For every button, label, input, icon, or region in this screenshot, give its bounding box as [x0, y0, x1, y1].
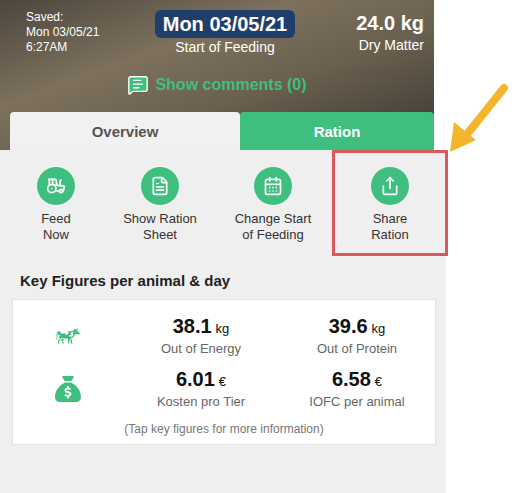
figure-caption: Out of Protein: [317, 341, 397, 357]
action-circle: [371, 167, 409, 205]
figure-caption: Kosten pro Tier: [157, 394, 245, 410]
figure-unit: €: [219, 374, 226, 389]
figure-unit: kg: [216, 321, 230, 336]
saved-time: 6:27AM: [26, 40, 136, 55]
action-circle: [37, 167, 75, 205]
comment-icon: [127, 74, 149, 96]
action-label-line: Change Start: [235, 211, 312, 227]
key-figure[interactable]: 6.58€IOFC per animal: [279, 367, 435, 410]
figure-value: 39.6kg: [329, 314, 386, 341]
money-icon: [55, 376, 81, 402]
date-pill: Mon 03/05/21: [155, 10, 296, 38]
key-figures-card: 38.1kgOut of Energy39.6kgOut of Protein6…: [12, 299, 436, 445]
comments-label: Show comments (0): [155, 76, 306, 94]
action-label: Change Startof Feeding: [235, 211, 312, 243]
figure-caption: Out of Energy: [161, 341, 241, 357]
overview-panel: FeedNow Show RationSheet Change Startof Fe…: [0, 150, 446, 493]
figure-icon-cell: [13, 376, 123, 402]
share-icon: [380, 176, 400, 196]
tab[interactable]: Ration: [240, 112, 434, 150]
figure-unit: €: [375, 374, 382, 389]
figure-value: 38.1kg: [173, 314, 230, 341]
figure-value: 6.01€: [176, 367, 226, 394]
key-figure[interactable]: 6.01€Kosten pro Tier: [123, 367, 279, 410]
action-label-line: Ration: [371, 227, 409, 243]
action-label: ShareRation: [371, 211, 409, 243]
figure-unit: kg: [372, 321, 386, 336]
annotation-arrow-icon: [446, 82, 512, 156]
figure-value: 6.58€: [332, 367, 382, 394]
figure-icon-cell: [13, 323, 123, 349]
dry-matter-value: 24.0 kg: [356, 10, 424, 36]
action-label-line: of Feeding: [235, 227, 312, 243]
date-caption: Start of Feeding: [175, 38, 275, 56]
feed-icon: [46, 176, 66, 196]
key-figure[interactable]: 39.6kgOut of Protein: [279, 314, 435, 357]
action-label: Show RationSheet: [123, 211, 197, 243]
action-button[interactable]: FeedNow: [6, 150, 106, 256]
dry-matter: 24.0 kgDry Matter: [314, 10, 424, 54]
key-figures-title: Key Figures per animal & day: [0, 256, 446, 299]
app-column: Saved:Mon 03/05/216:27AMMon 03/05/21Star…: [0, 0, 446, 493]
action-circle: [141, 167, 179, 205]
header-photo: Saved:Mon 03/05/216:27AMMon 03/05/21Star…: [0, 0, 434, 150]
action-label: FeedNow: [41, 211, 71, 243]
action-label-line: Sheet: [123, 227, 197, 243]
saved-info: Saved:Mon 03/05/216:27AM: [26, 10, 136, 55]
key-figure-row: 6.01€Kosten pro Tier6.58€IOFC per animal: [13, 367, 435, 410]
header-row: Saved:Mon 03/05/216:27AMMon 03/05/21Star…: [0, 0, 434, 56]
feeding-date: Mon 03/05/21Start of Feeding: [155, 10, 296, 56]
saved-label: Saved:: [26, 10, 136, 25]
action-row: FeedNow Show RationSheet Change Startof Fe…: [0, 150, 446, 256]
key-figure-row: 38.1kgOut of Energy39.6kgOut of Protein: [13, 314, 435, 357]
figure-caption: IOFC per animal: [309, 394, 404, 410]
action-circle: [254, 167, 292, 205]
tab-bar: OverviewRation: [0, 112, 434, 150]
app-screen: Saved:Mon 03/05/216:27AMMon 03/05/21Star…: [0, 0, 515, 493]
saved-date: Mon 03/05/21: [26, 25, 136, 40]
action-label-line: Show Ration: [123, 211, 197, 227]
sheet-icon: [150, 176, 170, 196]
calendar-icon: [263, 176, 283, 196]
show-comments-link[interactable]: Show comments (0): [0, 74, 434, 96]
dry-matter-caption: Dry Matter: [359, 36, 424, 54]
action-label-line: Now: [41, 227, 71, 243]
action-label-line: Feed: [41, 211, 71, 227]
key-figure[interactable]: 38.1kgOut of Energy: [123, 314, 279, 357]
action-button[interactable]: Show RationSheet: [106, 150, 214, 256]
tab[interactable]: Overview: [10, 112, 240, 150]
key-figures-hint: (Tap key figures for more information): [13, 420, 435, 436]
action-label-line: Share: [371, 211, 409, 227]
milk-icon: [55, 323, 81, 349]
action-button[interactable]: ShareRation: [332, 150, 448, 256]
action-button[interactable]: Change Startof Feeding: [214, 150, 332, 256]
